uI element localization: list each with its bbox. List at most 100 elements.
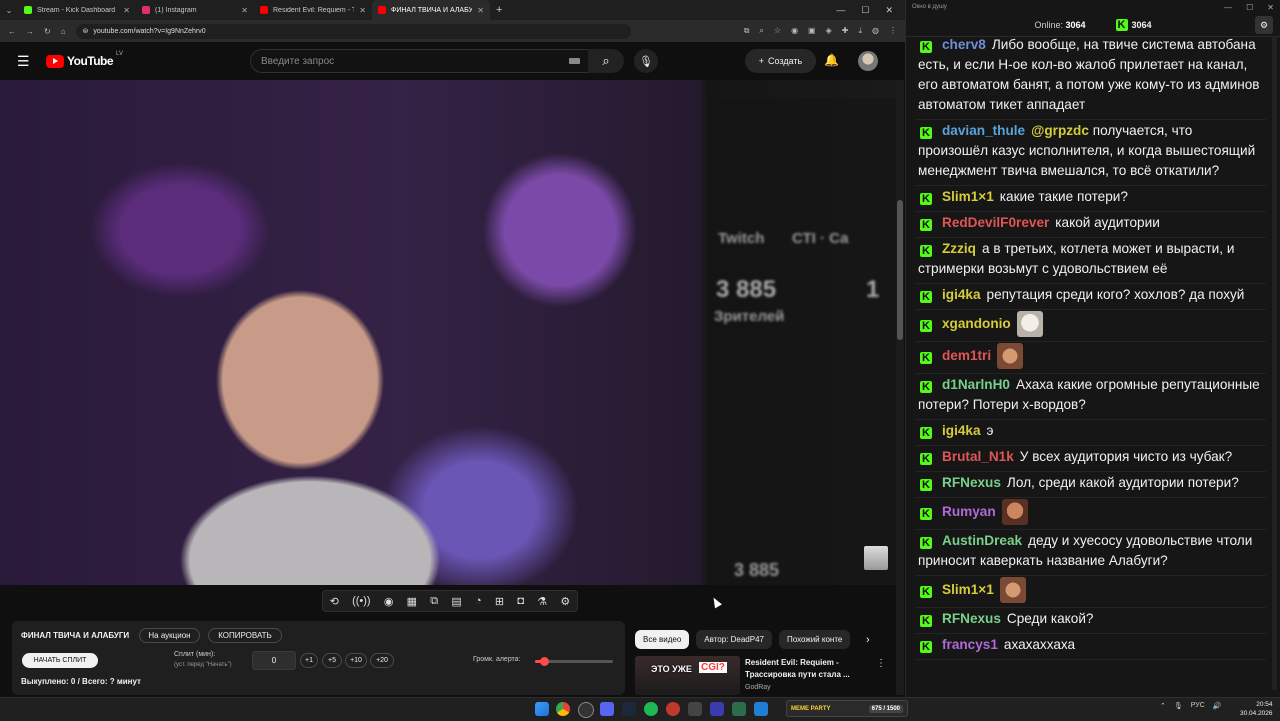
video-player[interactable]: Twitch СТI · Са 3 885 Зрителей 1 3 885	[0, 80, 896, 585]
chevron-right-icon[interactable]: ›	[866, 634, 870, 646]
discord-icon[interactable]	[600, 702, 614, 716]
maximize-icon[interactable]: ☐	[861, 5, 869, 16]
chat-username[interactable]: dem1tri	[942, 348, 991, 363]
chat-mention[interactable]: @grpzdc	[1031, 123, 1089, 138]
profile-icon[interactable]: ◍	[872, 26, 879, 36]
loop-icon[interactable]: ⟲	[330, 595, 339, 608]
tab-kick-dashboard[interactable]: Stream - Kick Dashboard ✕	[18, 0, 136, 20]
url-input[interactable]: ⊜ youtube.com/watch?v=Ig9NnZehrv0	[75, 23, 631, 39]
tab-search-icon[interactable]: ⌄	[0, 6, 18, 15]
chat-username[interactable]: xgandonio	[942, 316, 1011, 331]
chat-username[interactable]: igi4ka	[942, 287, 981, 302]
tab-close-icon[interactable]: ✕	[123, 6, 130, 15]
chip-author[interactable]: Автор: DeadP47	[696, 630, 772, 649]
close-window-icon[interactable]: ✕	[885, 5, 893, 16]
search-button[interactable]: ⌕	[588, 49, 624, 73]
app-icon[interactable]	[688, 702, 702, 716]
more-options-icon[interactable]: ⋮	[876, 658, 886, 669]
recommended-video-title[interactable]: Resident Evil: Requiem - Трассировка пут…	[745, 657, 870, 681]
chip-similar[interactable]: Похожий конте	[778, 630, 851, 649]
download-icon[interactable]: ⤓	[858, 26, 862, 36]
chrome-icon[interactable]	[556, 702, 570, 716]
split-minutes-input[interactable]: 0	[252, 651, 296, 670]
picture-in-picture-icon[interactable]: ⧉	[430, 595, 438, 608]
chat-username[interactable]: RFNexus	[942, 475, 1001, 490]
tab-instagram[interactable]: (1) Instagram ✕	[136, 0, 254, 20]
add-10-button[interactable]: +10	[345, 653, 367, 668]
app-icon[interactable]	[732, 702, 746, 716]
recommended-video-thumbnail[interactable]: ЭТО УЖЕ CGI?	[635, 656, 740, 695]
notifications-bell-icon[interactable]: 🔔	[824, 53, 839, 67]
extensions-puzzle-icon[interactable]: ✚	[842, 26, 849, 36]
flask-icon[interactable]: ⚗	[537, 595, 547, 608]
volume-icon[interactable]: 🔊	[1213, 702, 1222, 710]
search-input[interactable]: Введите запрос	[250, 49, 590, 73]
youtube-logo[interactable]: YouTube LV	[46, 51, 123, 68]
lang-indicator[interactable]: РУС	[1191, 702, 1205, 710]
film-icon[interactable]: ▤	[451, 595, 461, 608]
obs-icon[interactable]	[578, 702, 594, 718]
windows-start-icon[interactable]	[535, 702, 549, 716]
extension-icon[interactable]: ▣	[808, 26, 816, 36]
menu-icon[interactable]: ☰	[17, 53, 30, 70]
add-frame-icon[interactable]: ⊞	[495, 595, 504, 608]
chevron-up-icon[interactable]: ⌃	[1160, 702, 1166, 710]
auction-button[interactable]: На аукцион	[139, 628, 200, 643]
avatar[interactable]	[858, 51, 878, 71]
slider-handle[interactable]	[540, 657, 550, 666]
app-icon[interactable]	[666, 702, 680, 716]
alert-volume-slider[interactable]	[535, 657, 613, 666]
close-window-icon[interactable]: ✕	[1267, 3, 1274, 12]
keyboard-icon[interactable]	[569, 58, 580, 64]
chat-username[interactable]: Slim1×1	[942, 189, 994, 204]
extension-icon[interactable]: ◉	[791, 26, 798, 36]
chat-username[interactable]: Brutal_N1k	[942, 449, 1014, 464]
scrollbar-thumb[interactable]	[897, 200, 903, 340]
chat-username[interactable]: RFNexus	[942, 611, 1001, 626]
add-20-button[interactable]: +20	[370, 653, 394, 668]
screenshot-camera-icon[interactable]: ◘	[517, 595, 524, 607]
minimize-icon[interactable]: —	[1224, 3, 1232, 12]
tab-close-icon[interactable]: ✕	[477, 6, 484, 15]
gear-icon[interactable]: ⚙	[560, 595, 570, 608]
browser-menu-icon[interactable]: ⋮	[889, 26, 897, 36]
back-icon[interactable]: ←	[8, 27, 16, 36]
home-icon[interactable]: ⌂	[61, 27, 66, 36]
page-scrollbar[interactable]	[896, 80, 904, 695]
create-button[interactable]: + Создать	[745, 49, 816, 73]
broadcast-icon[interactable]: ((•))	[352, 595, 371, 607]
microphone-icon[interactable]: 🎙	[1174, 702, 1183, 710]
chat-scrollbar[interactable]	[1272, 36, 1277, 690]
chat-username[interactable]: Slim1×1	[942, 582, 994, 597]
app-icon[interactable]	[754, 702, 768, 716]
install-icon[interactable]: ⧉	[744, 26, 750, 36]
steam-icon[interactable]	[622, 702, 636, 716]
chat-username[interactable]: Zzziq	[942, 241, 976, 256]
chat-username[interactable]: Rumyan	[942, 504, 996, 519]
chat-username[interactable]: RedDevilF0rever	[942, 215, 1049, 230]
watch-icon[interactable]: ◉	[384, 595, 394, 608]
maximize-icon[interactable]: ☐	[1246, 3, 1253, 12]
forward-icon[interactable]: →	[26, 27, 34, 36]
extension-icon[interactable]: ◈	[826, 26, 832, 36]
tab-close-icon[interactable]: ✕	[241, 6, 248, 15]
add-5-button[interactable]: +5	[322, 653, 342, 668]
tab-resident-evil[interactable]: Resident Evil: Requiem - Трассир… ✕	[254, 0, 372, 20]
new-tab-icon[interactable]: +	[490, 4, 508, 16]
minimize-icon[interactable]: —	[836, 5, 845, 16]
gauge-icon[interactable]: ◔	[475, 595, 482, 607]
reload-icon[interactable]: ↻	[44, 27, 51, 36]
chat-username[interactable]: igi4ka	[942, 423, 981, 438]
zoom-icon[interactable]: ⌕	[759, 26, 763, 36]
clock[interactable]: 20:54 30.04.2026	[1240, 700, 1273, 718]
chat-username[interactable]: cherv8	[942, 37, 986, 52]
bookmark-star-icon[interactable]: ☆	[774, 26, 781, 36]
chat-username[interactable]: francys1	[942, 637, 998, 652]
tab-close-icon[interactable]: ✕	[359, 6, 366, 15]
start-split-button[interactable]: НАЧАТЬ СПЛИТ	[22, 653, 98, 668]
meme-party-widget[interactable]: MEME PARTY 675 / 1500	[786, 700, 908, 717]
spotify-icon[interactable]	[644, 702, 658, 716]
recommended-video-channel[interactable]: GodRay	[745, 684, 771, 691]
channel-watermark[interactable]	[864, 546, 888, 570]
copy-button[interactable]: КОПИРОВАТЬ	[208, 628, 282, 643]
